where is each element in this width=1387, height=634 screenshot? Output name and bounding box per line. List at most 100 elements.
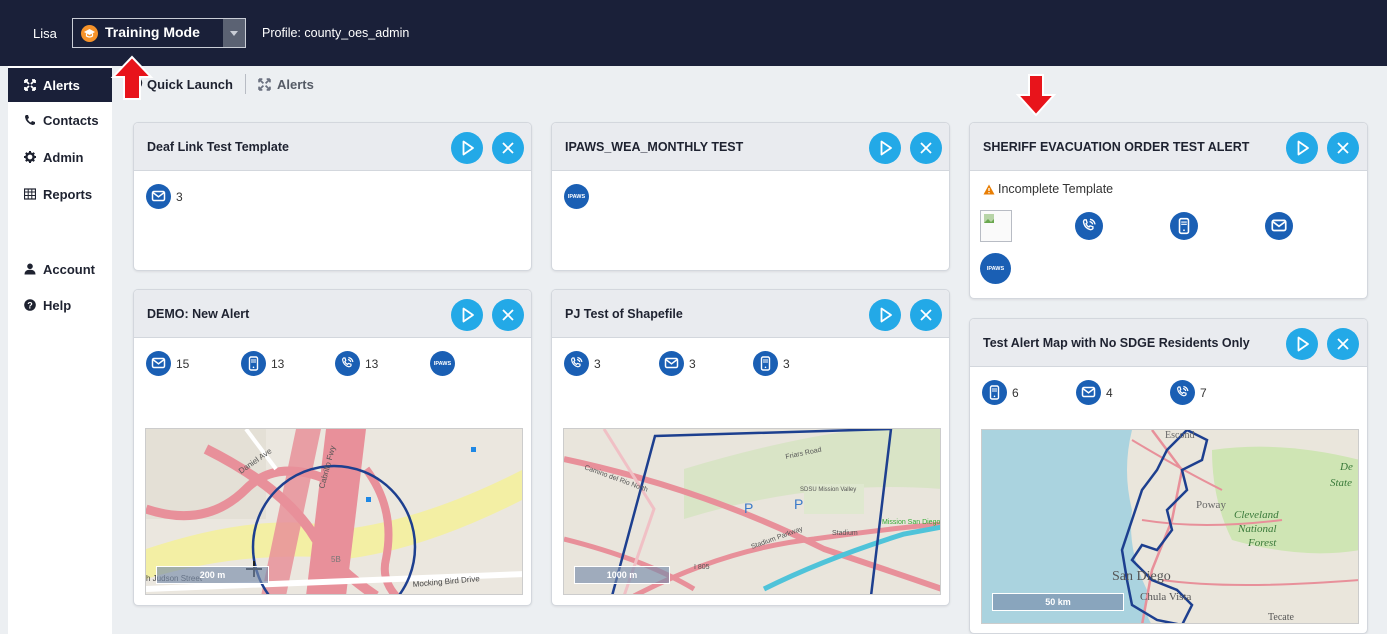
map-label: I 805 [694,564,710,571]
alert-map[interactable]: P P Stadium Mission San Diego Friars Roa… [563,428,941,595]
play-button[interactable] [451,132,483,164]
channel-voice [1075,212,1103,240]
mode-select[interactable]: Training Mode [72,18,246,48]
map-scale: 1000 m [574,566,670,584]
sidebar-item-reports[interactable]: Reports [8,177,112,211]
channel-count: 7 [1200,385,1207,400]
alert-map[interactable]: Daniel Ave Cabrillo Fwy h Judson Street … [145,428,523,595]
map-label: Mission San Diego [882,519,940,526]
play-button[interactable] [451,299,483,331]
play-button[interactable] [1286,132,1318,164]
sidebar-item-contacts[interactable]: Contacts [8,103,112,137]
map-label: Escond [1165,430,1194,441]
sidebar-item-help[interactable]: ? Help [8,288,112,322]
envelope-icon [1076,380,1101,405]
sidebar-item-alerts[interactable]: Alerts [8,68,112,102]
channel-voice: 7 [1170,380,1207,405]
sidebar-item-label: Alerts [43,77,80,93]
sidebar-item-account[interactable]: Account [8,252,112,286]
play-icon [462,307,474,323]
mobile-phone-icon [1170,212,1198,240]
tab-alerts-label: Alerts [276,76,314,92]
map-label: Forest [1247,537,1277,549]
sidebar-item-label: Admin [43,149,84,165]
alert-card[interactable]: IPAWS_WEA_MONTHLY TEST IPAWS [551,122,950,271]
sidebar-item-admin[interactable]: Admin [8,140,112,174]
tab-alerts[interactable]: Alerts [258,77,314,92]
envelope-icon [146,351,171,376]
envelope-icon [1265,212,1293,240]
card-header: DEMO: New Alert [134,290,531,338]
svg-text:P: P [744,500,753,516]
channel-voice: 3 [564,351,601,376]
alert-card[interactable]: SHERIFF EVACUATION ORDER TEST ALERT [969,122,1368,299]
map-label: National [1237,523,1277,535]
chevron-down-icon[interactable] [223,19,245,47]
close-icon [502,142,514,154]
close-button[interactable] [492,299,524,331]
user-name[interactable]: Lisa [33,26,57,41]
channel-email: 3 [146,184,183,209]
user-icon [24,263,36,275]
play-button[interactable] [869,132,901,164]
channel-ipaws: IPAWS [564,184,589,209]
close-button[interactable] [1327,328,1359,360]
map-scale: 50 km [992,593,1124,611]
close-button[interactable] [492,132,524,164]
channel-voice: 13 [335,351,378,376]
gear-icon [24,151,36,163]
close-button[interactable] [910,299,942,331]
channel-count: 3 [594,356,601,371]
channel-count: 13 [365,356,379,371]
close-button[interactable] [910,132,942,164]
tab-quick-launch[interactable]: Quick Launch [147,77,233,92]
map-label: 5B [331,555,341,564]
channel-email: 3 [659,351,696,376]
alert-card[interactable]: PJ Test of Shapefile 3 3 3 P P Stadium M… [551,289,950,606]
channel-count: 6 [1012,385,1019,400]
card-title: IPAWS_WEA_MONTHLY TEST [565,140,744,154]
ipaws-icon: IPAWS [980,253,1011,284]
sidebar-item-label: Reports [43,186,93,202]
channel-count: 3 [176,189,183,204]
table-icon [24,188,36,200]
alert-card[interactable]: DEMO: New Alert 15 13 13 IPAWS Daniel Av… [133,289,532,606]
map-label: State [1330,477,1352,489]
sidebar: Alerts Contacts Admin Reports Account ? … [8,66,112,634]
close-icon [502,309,514,321]
map-label: Stadium [832,530,858,537]
top-bar: Lisa Training Mode Profile: county_oes_a… [0,0,1387,66]
mobile-phone-icon [241,351,266,376]
map-label: SDSU Mission Valley [800,487,856,493]
channel-ipaws: IPAWS [980,253,1011,284]
card-title: PJ Test of Shapefile [565,307,683,321]
sidebar-item-label: Contacts [43,112,99,128]
warning-message: Incomplete Template [983,182,1113,196]
phone-volume-icon [1075,212,1103,240]
channel-email: 15 [146,351,189,376]
channel-sms: 6 [982,380,1019,405]
close-button[interactable] [1327,132,1359,164]
play-button[interactable] [869,299,901,331]
alert-map[interactable]: Escond Poway Cleveland National Forest S… [981,429,1359,624]
alert-card[interactable]: Test Alert Map with No SDGE Residents On… [969,318,1368,634]
card-title: Test Alert Map with No SDGE Residents On… [983,336,1250,350]
play-button[interactable] [1286,328,1318,360]
envelope-icon [146,184,171,209]
sidebar-item-label: Account [43,261,95,277]
map-label: Cleveland [1234,509,1279,521]
channel-count: 15 [176,356,190,371]
channel-count: 4 [1106,385,1113,400]
close-icon [1337,142,1349,154]
sidebar-item-label: Help [43,297,72,313]
channel-count: 3 [783,356,790,371]
alert-card[interactable]: Deaf Link Test Template 3 [133,122,532,271]
card-header: Test Alert Map with No SDGE Residents On… [970,319,1367,367]
warning-text: Incomplete Template [998,182,1114,196]
annotation-arrow-up [110,55,154,100]
phone-volume-icon [564,351,589,376]
phone-volume-icon [1170,380,1195,405]
play-icon [462,140,474,156]
svg-text:?: ? [27,300,33,310]
mobile-phone-icon [982,380,1007,405]
